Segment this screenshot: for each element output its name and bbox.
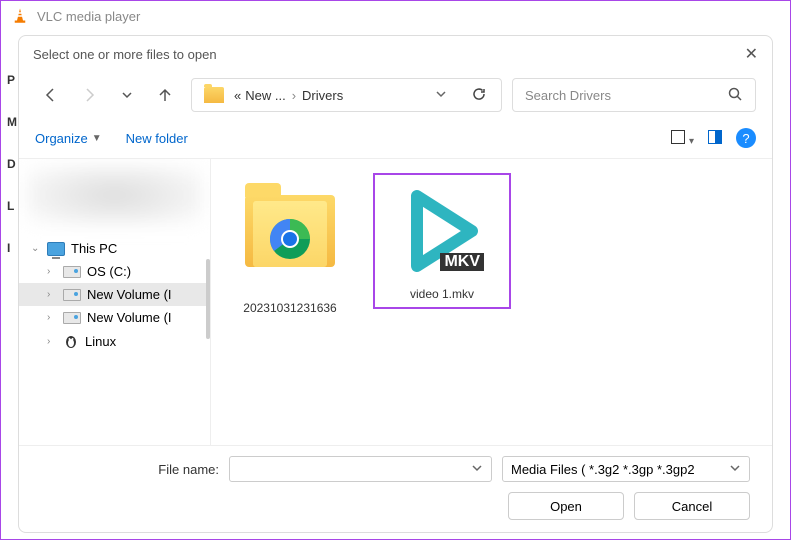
new-folder-button[interactable]: New folder: [126, 131, 188, 146]
file-item-folder[interactable]: 20231031231636: [223, 175, 357, 321]
drive-icon: [63, 266, 81, 278]
quick-access-blurred: [27, 165, 202, 225]
breadcrumb-separator: ›: [292, 88, 296, 103]
file-open-dialog: Select one or more files to open ✕ « New…: [18, 35, 773, 533]
expand-icon[interactable]: ›: [47, 336, 57, 347]
forward-button[interactable]: [79, 85, 99, 105]
tree-item-thispc[interactable]: ⌄ This PC: [19, 237, 210, 260]
filename-input[interactable]: [229, 456, 492, 482]
search-input[interactable]: Search Drivers: [512, 78, 756, 112]
main-window-titlebar: VLC media player: [1, 1, 790, 31]
tree-item-linux[interactable]: › Linux: [19, 329, 210, 353]
nav-bar: « New ... › Drivers Search Drivers: [19, 72, 772, 124]
file-item-video[interactable]: MKV video 1.mkv: [375, 175, 509, 307]
folder-icon: [204, 87, 224, 103]
parent-edge-letters: P M D L I: [7, 73, 17, 255]
chevron-down-icon[interactable]: [729, 462, 741, 477]
linux-icon: [63, 333, 79, 349]
tree-scrollbar[interactable]: [206, 259, 210, 339]
vlc-cone-icon: [11, 7, 29, 25]
tree-item-drive-newvol1[interactable]: › New Volume (I: [19, 283, 210, 306]
search-placeholder: Search Drivers: [525, 88, 727, 103]
filetype-dropdown[interactable]: Media Files ( *.3g2 *.3gp *.3gp2: [502, 456, 750, 482]
chevron-down-icon: ▼: [92, 133, 102, 144]
drive-icon: [63, 289, 81, 301]
collapse-icon[interactable]: ⌄: [31, 243, 41, 254]
dialog-titlebar: Select one or more files to open ✕: [19, 36, 772, 72]
file-name: video 1.mkv: [381, 287, 503, 301]
preview-pane-button[interactable]: [708, 130, 722, 147]
view-mode-button[interactable]: ▾: [671, 130, 694, 147]
mkv-badge: MKV: [440, 253, 484, 271]
navigation-tree: ⌄ This PC › OS (C:) › New Volume (I › Ne…: [19, 159, 211, 445]
open-button[interactable]: Open: [508, 492, 624, 520]
breadcrumb-prefix: «: [234, 88, 241, 103]
dialog-footer: File name: Media Files ( *.3g2 *.3gp *.3…: [19, 445, 772, 532]
breadcrumb-dropdown[interactable]: [417, 88, 465, 103]
search-icon: [727, 86, 743, 105]
help-button[interactable]: ?: [736, 128, 756, 148]
dialog-body: ⌄ This PC › OS (C:) › New Volume (I › Ne…: [19, 159, 772, 445]
toolbar: Organize ▼ New folder ▾ ?: [19, 124, 772, 159]
drive-icon: [63, 312, 81, 324]
file-name: 20231031231636: [229, 301, 351, 315]
filename-label: File name:: [41, 462, 219, 477]
organize-menu[interactable]: Organize ▼: [35, 131, 102, 146]
chevron-down-icon: ▾: [689, 136, 694, 147]
cancel-button[interactable]: Cancel: [634, 492, 750, 520]
chevron-down-icon[interactable]: [471, 462, 483, 477]
tree-item-drive-os[interactable]: › OS (C:): [19, 260, 210, 283]
edge-browser-icon: [266, 215, 314, 263]
recent-locations-button[interactable]: [117, 85, 137, 105]
expand-icon[interactable]: ›: [47, 266, 57, 277]
breadcrumb-bar[interactable]: « New ... › Drivers: [191, 78, 502, 112]
back-button[interactable]: [41, 85, 61, 105]
main-window-title: VLC media player: [37, 9, 140, 24]
up-button[interactable]: [155, 85, 175, 105]
close-button[interactable]: ✕: [745, 44, 758, 64]
dialog-title: Select one or more files to open: [33, 47, 217, 62]
tree-item-drive-newvol2[interactable]: › New Volume (I: [19, 306, 210, 329]
expand-icon[interactable]: ›: [47, 289, 57, 300]
refresh-button[interactable]: [465, 86, 493, 105]
pc-icon: [47, 242, 65, 256]
expand-icon[interactable]: ›: [47, 312, 57, 323]
breadcrumb-parent[interactable]: New ...: [245, 88, 285, 103]
breadcrumb-current[interactable]: Drivers: [302, 88, 343, 103]
file-list[interactable]: 20231031231636 MKV video 1.mkv: [211, 159, 772, 445]
nav-buttons: [35, 85, 181, 105]
